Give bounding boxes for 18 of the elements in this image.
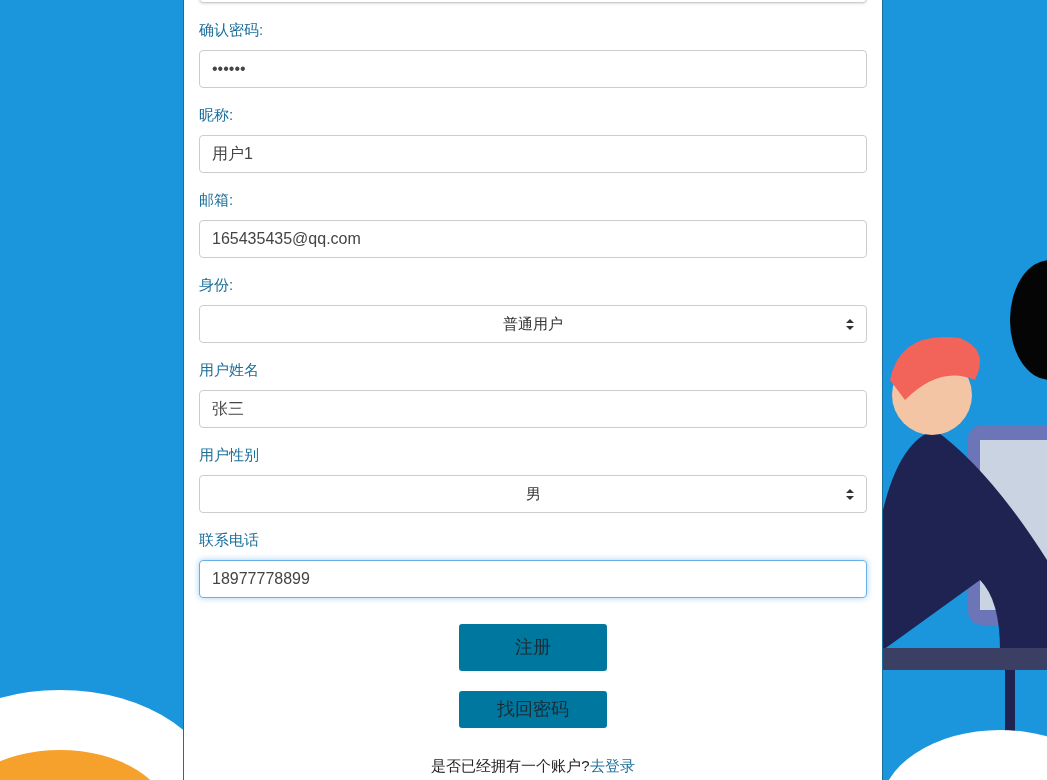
field-label: 联系电话 bbox=[199, 530, 259, 550]
select-field[interactable]: 男 bbox=[199, 475, 867, 513]
field-label: 用户性别 bbox=[199, 445, 259, 465]
select-field[interactable]: 普通用户 bbox=[199, 305, 867, 343]
account-prompt: 是否已经拥有一个账户? bbox=[431, 756, 590, 776]
field-label: 邮箱: bbox=[199, 190, 234, 210]
field-label: 确认密码: bbox=[199, 20, 264, 40]
login-link[interactable]: 去登录 bbox=[589, 756, 635, 776]
field-label: 用户姓名 bbox=[199, 360, 259, 380]
input-field[interactable]: 用户1 bbox=[199, 135, 867, 173]
sort-caret-icon bbox=[846, 489, 854, 500]
field-label: 昵称: bbox=[199, 105, 234, 125]
input-field[interactable]: 18977778899 bbox=[199, 560, 867, 598]
field-label: 身份: bbox=[199, 275, 234, 295]
input-field[interactable]: 张三 bbox=[199, 390, 867, 428]
sort-caret-icon bbox=[846, 319, 854, 330]
input-field[interactable]: 165435435@qq.com bbox=[199, 220, 867, 258]
input-field[interactable]: •••••• bbox=[199, 50, 867, 88]
